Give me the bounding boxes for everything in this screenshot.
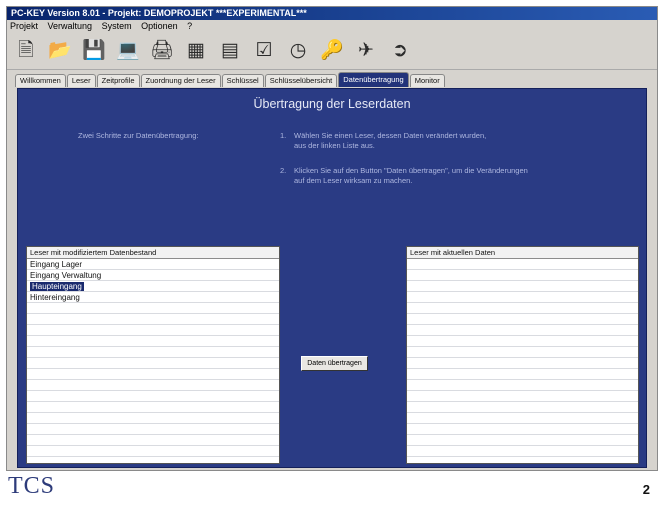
tab-schluessel[interactable]: Schlüssel [221,74,264,87]
list-item[interactable]: Eingang Verwaltung [27,270,279,281]
step-2-text: Klicken Sie auf den Button "Daten übertr… [294,166,528,185]
current-readers-rows [407,259,638,463]
key-icon[interactable]: 🔑 [319,38,345,64]
transfer-panel: Übertragung der Leserdaten Zwei Schritte… [17,88,647,468]
menu-projekt[interactable]: Projekt [10,21,38,31]
open-folder-icon[interactable]: 📂 [47,38,73,64]
menu-system[interactable]: System [102,21,132,31]
tab-monitor[interactable]: Monitor [409,74,445,87]
modified-readers-header[interactable]: Leser mit modifiziertem Datenbestand [27,247,279,259]
step-2-number: 2. [280,166,287,175]
list-item-label: Eingang Verwaltung [30,271,102,280]
step-1-number: 1. [280,131,287,140]
list-item[interactable]: Eingang Lager [27,259,279,270]
list-item[interactable]: Hintereingang [27,292,279,303]
tab-willkommen[interactable]: Willkommen [15,74,66,87]
page-number: 2 [642,482,650,497]
step-1-text: Wählen Sie einen Leser, dessen Daten ver… [294,131,487,150]
modified-readers-rows: Eingang Lager Eingang Verwaltung Hauptei… [27,259,279,463]
transfer-data-button[interactable]: Daten übertragen [301,356,368,371]
toolbar: 🗎 📂 💾 💻 🖨 ▦ ▤ ☑ ◷ 🔑 ✈ ➲ [7,33,657,70]
panel-title: Übertragung der Leserdaten [253,97,411,111]
menu-optionen[interactable]: Optionen [141,21,178,31]
tab-bar: Willkommen Leser Zeitprofile Zuordnung d… [7,70,657,87]
exit-icon[interactable]: ➲ [387,38,413,64]
calculator-icon[interactable]: ▦ [183,38,209,64]
new-document-icon[interactable]: 🗎 [13,38,39,64]
clock-icon[interactable]: ◷ [285,38,311,64]
current-readers-header[interactable]: Leser mit aktuellen Daten [407,247,638,259]
list-item-selected[interactable]: Haupteingang [27,281,279,292]
save-disk-icon[interactable]: 💾 [81,38,107,64]
title-bar: PC-KEY Version 8.01 - Projekt: DEMOPROJE… [7,7,657,20]
steps-label: Zwei Schritte zur Datenübertragung: [78,131,199,140]
menu-bar: Projekt Verwaltung System Optionen ? [7,20,657,33]
checkbox-icon[interactable]: ☑ [251,38,277,64]
monitor-icon[interactable]: 💻 [115,38,141,64]
tab-zuordnung[interactable]: Zuordnung der Leser [140,74,221,87]
tab-zeitprofile[interactable]: Zeitprofile [96,74,140,87]
table-icon[interactable]: ▤ [217,38,243,64]
current-readers-list[interactable]: Leser mit aktuellen Daten [406,246,639,464]
list-item-label: Haupteingang [30,282,84,291]
list-item-label: Hintereingang [30,293,80,302]
menu-verwaltung[interactable]: Verwaltung [48,21,93,31]
reader-icon[interactable]: ✈ [353,38,379,64]
tcs-logo: TCS [8,473,56,499]
tab-schluesseluebersicht[interactable]: Schlüsselübersicht [264,74,338,87]
tab-datenuebertragung[interactable]: Datenübertragung [338,72,409,87]
tab-leser[interactable]: Leser [66,74,96,87]
modified-readers-list[interactable]: Leser mit modifiziertem Datenbestand Ein… [26,246,280,464]
print-icon[interactable]: 🖨 [149,38,175,64]
list-item-label: Eingang Lager [30,260,83,269]
menu-help[interactable]: ? [187,21,192,31]
app-window: PC-KEY Version 8.01 - Projekt: DEMOPROJE… [6,6,658,471]
